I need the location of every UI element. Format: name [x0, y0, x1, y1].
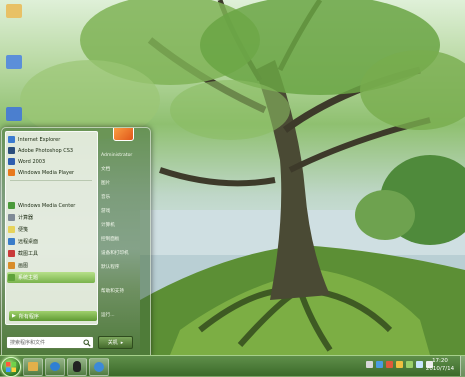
tray-icon[interactable]: [366, 361, 373, 368]
start-menu: Internet Explorer Adobe Photoshop CS3 Wo…: [1, 127, 151, 357]
taskbar-ie-button[interactable]: [89, 358, 109, 376]
place-item-documents[interactable]: 文档: [98, 165, 150, 175]
menu-divider: [10, 180, 92, 181]
program-item-paint[interactable]: 画图: [7, 260, 95, 271]
snipping-tool-icon: [8, 250, 15, 257]
taskbar-media-player-button[interactable]: [45, 358, 65, 376]
media-player-icon: [50, 362, 60, 371]
calculator-icon: [8, 214, 15, 221]
ie-icon: [94, 362, 104, 372]
network-icon: [6, 107, 22, 121]
place-item-computer[interactable]: 计算机: [98, 221, 150, 231]
show-desktop-button[interactable]: [460, 356, 465, 376]
taskbar-qq-button[interactable]: [67, 358, 87, 376]
user-avatar[interactable]: [113, 128, 134, 141]
paint-icon: [8, 262, 15, 269]
shutdown-button[interactable]: 关机 ▸: [98, 336, 133, 349]
media-player-icon: [8, 169, 15, 176]
folder-icon: [6, 4, 22, 18]
program-item-remote-desktop[interactable]: 远程桌面: [7, 236, 95, 247]
taskbar-clock[interactable]: 17:20 2010/7/14: [420, 357, 460, 373]
place-item-pictures[interactable]: 图片: [98, 179, 150, 189]
program-item-calculator[interactable]: 计算器: [7, 212, 95, 223]
program-label: 便笺: [18, 227, 29, 233]
arrow-right-icon: ▸: [120, 339, 124, 346]
tray-icon[interactable]: [396, 361, 403, 368]
taskbar-explorer-button[interactable]: [23, 358, 43, 376]
tray-icon[interactable]: [406, 361, 413, 368]
desktop-network-icon[interactable]: [3, 106, 25, 128]
program-label: Word 2003: [18, 158, 46, 165]
program-label: Windows Media Player: [18, 169, 75, 176]
windows-logo-icon: [6, 362, 16, 372]
desktop-computer-icon[interactable]: [3, 54, 25, 76]
program-item-sticky-notes[interactable]: 便笺: [7, 224, 95, 235]
place-item-user[interactable]: Administrator: [98, 151, 150, 161]
theme-icon: [8, 274, 15, 281]
place-item-music[interactable]: 音乐: [98, 193, 150, 203]
place-item-games[interactable]: 游戏: [98, 207, 150, 217]
program-label: 画图: [18, 263, 29, 269]
clock-time: 17:20: [432, 358, 448, 364]
program-label: Internet Explorer: [18, 136, 61, 143]
computer-icon: [6, 55, 22, 69]
remote-desktop-icon: [8, 238, 15, 245]
word-icon: [8, 158, 15, 165]
place-item-help[interactable]: 帮助和支持: [98, 287, 150, 297]
qq-icon: [73, 361, 81, 372]
clock-date: 2010/7/14: [425, 366, 455, 372]
program-item-internet-explorer[interactable]: Internet Explorer: [7, 134, 95, 145]
place-item-default-programs[interactable]: 默认程序: [98, 263, 150, 273]
start-button[interactable]: [1, 357, 21, 377]
program-label: 系统主题: [18, 275, 39, 281]
arrow-right-icon: ▶: [12, 313, 16, 319]
explorer-icon: [28, 362, 38, 371]
program-item-word[interactable]: Word 2003: [7, 156, 95, 167]
all-programs-label: 所有程序: [18, 313, 39, 320]
desktop-folder-icon[interactable]: [3, 3, 25, 25]
search-icon: [83, 338, 91, 347]
program-label: 截图工具: [18, 251, 39, 257]
program-label: 计算器: [18, 215, 34, 221]
program-item-media-center[interactable]: Windows Media Center: [7, 200, 95, 211]
start-menu-programs-pane: Internet Explorer Adobe Photoshop CS3 Wo…: [5, 131, 98, 325]
sticky-notes-icon: [8, 226, 15, 233]
media-center-icon: [8, 202, 15, 209]
taskbar: 17:20 2010/7/14: [0, 355, 465, 377]
photoshop-icon: [8, 147, 15, 154]
place-item-run[interactable]: 运行...: [98, 311, 150, 321]
shutdown-label: 关机: [107, 340, 118, 346]
program-item-theme[interactable]: 系统主题: [7, 272, 95, 283]
program-label: Windows Media Center: [18, 202, 76, 209]
place-item-control-panel[interactable]: 控制面板: [98, 235, 150, 245]
tray-icon[interactable]: [376, 361, 383, 368]
start-search-input[interactable]: 搜索程序和文件: [6, 336, 94, 349]
tray-icon[interactable]: [386, 361, 393, 368]
place-item-devices[interactable]: 设备和打印机: [98, 249, 150, 259]
ie-icon: [8, 136, 15, 143]
search-placeholder: 搜索程序和文件: [10, 340, 46, 346]
program-item-snipping-tool[interactable]: 截图工具: [7, 248, 95, 259]
program-label: 远程桌面: [18, 239, 39, 245]
program-item-media-player[interactable]: Windows Media Player: [7, 167, 95, 178]
program-label: Adobe Photoshop CS3: [18, 147, 74, 154]
program-item-photoshop[interactable]: Adobe Photoshop CS3: [7, 145, 95, 156]
all-programs-button[interactable]: ▶ 所有程序: [9, 311, 97, 321]
